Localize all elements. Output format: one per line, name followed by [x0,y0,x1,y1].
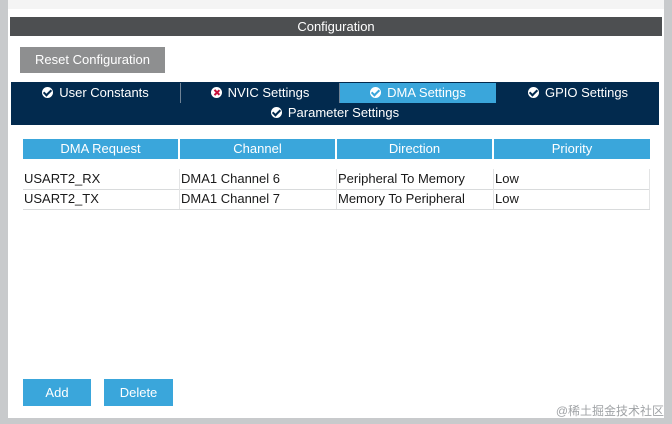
settings-tabs: User Constants NVIC Settings DMA Setting… [11,82,659,125]
column-header-channel[interactable]: Channel [180,139,335,159]
watermark: @稀土掘金技术社区 [555,404,664,418]
add-button[interactable]: Add [23,379,91,406]
error-icon [210,87,222,98]
tab-gpio-settings[interactable]: GPIO Settings [497,83,659,103]
cell-direction: Memory To Peripheral [337,189,494,209]
column-header-direction[interactable]: Direction [337,139,492,159]
tab-nvic-settings[interactable]: NVIC Settings [181,83,340,103]
check-icon [270,107,282,118]
column-header-priority[interactable]: Priority [494,139,650,159]
cell-priority: Low [494,189,650,209]
top-strip [8,0,664,9]
column-header-dma-request[interactable]: DMA Request [23,139,178,159]
tab-label: DMA Settings [387,85,466,100]
tab-label: User Constants [59,85,149,100]
tab-dma-settings[interactable]: DMA Settings [340,83,496,103]
check-icon [370,87,382,98]
cell-priority: Low [494,169,650,189]
cell-channel: DMA1 Channel 6 [180,169,337,189]
tab-parameter-settings[interactable]: Parameter Settings [11,103,659,123]
cell-dma-request: USART2_TX [23,189,180,209]
table-row[interactable]: USART2_RX DMA1 Channel 6 Peripheral To M… [23,169,650,190]
cell-direction: Peripheral To Memory [337,169,494,189]
tab-label: NVIC Settings [227,85,310,100]
check-icon [527,87,539,98]
tab-label: GPIO Settings [544,85,629,100]
tab-user-constants[interactable]: User Constants [11,83,181,103]
cell-dma-request: USART2_RX [23,169,180,189]
panel-title: Configuration [10,17,662,36]
cell-channel: DMA1 Channel 7 [180,189,337,209]
delete-button[interactable]: Delete [104,379,173,406]
tab-label: Parameter Settings [287,105,400,120]
table-row[interactable]: USART2_TX DMA1 Channel 7 Memory To Perip… [23,189,650,210]
check-icon [42,87,54,98]
reset-configuration-button[interactable]: Reset Configuration [20,47,165,73]
